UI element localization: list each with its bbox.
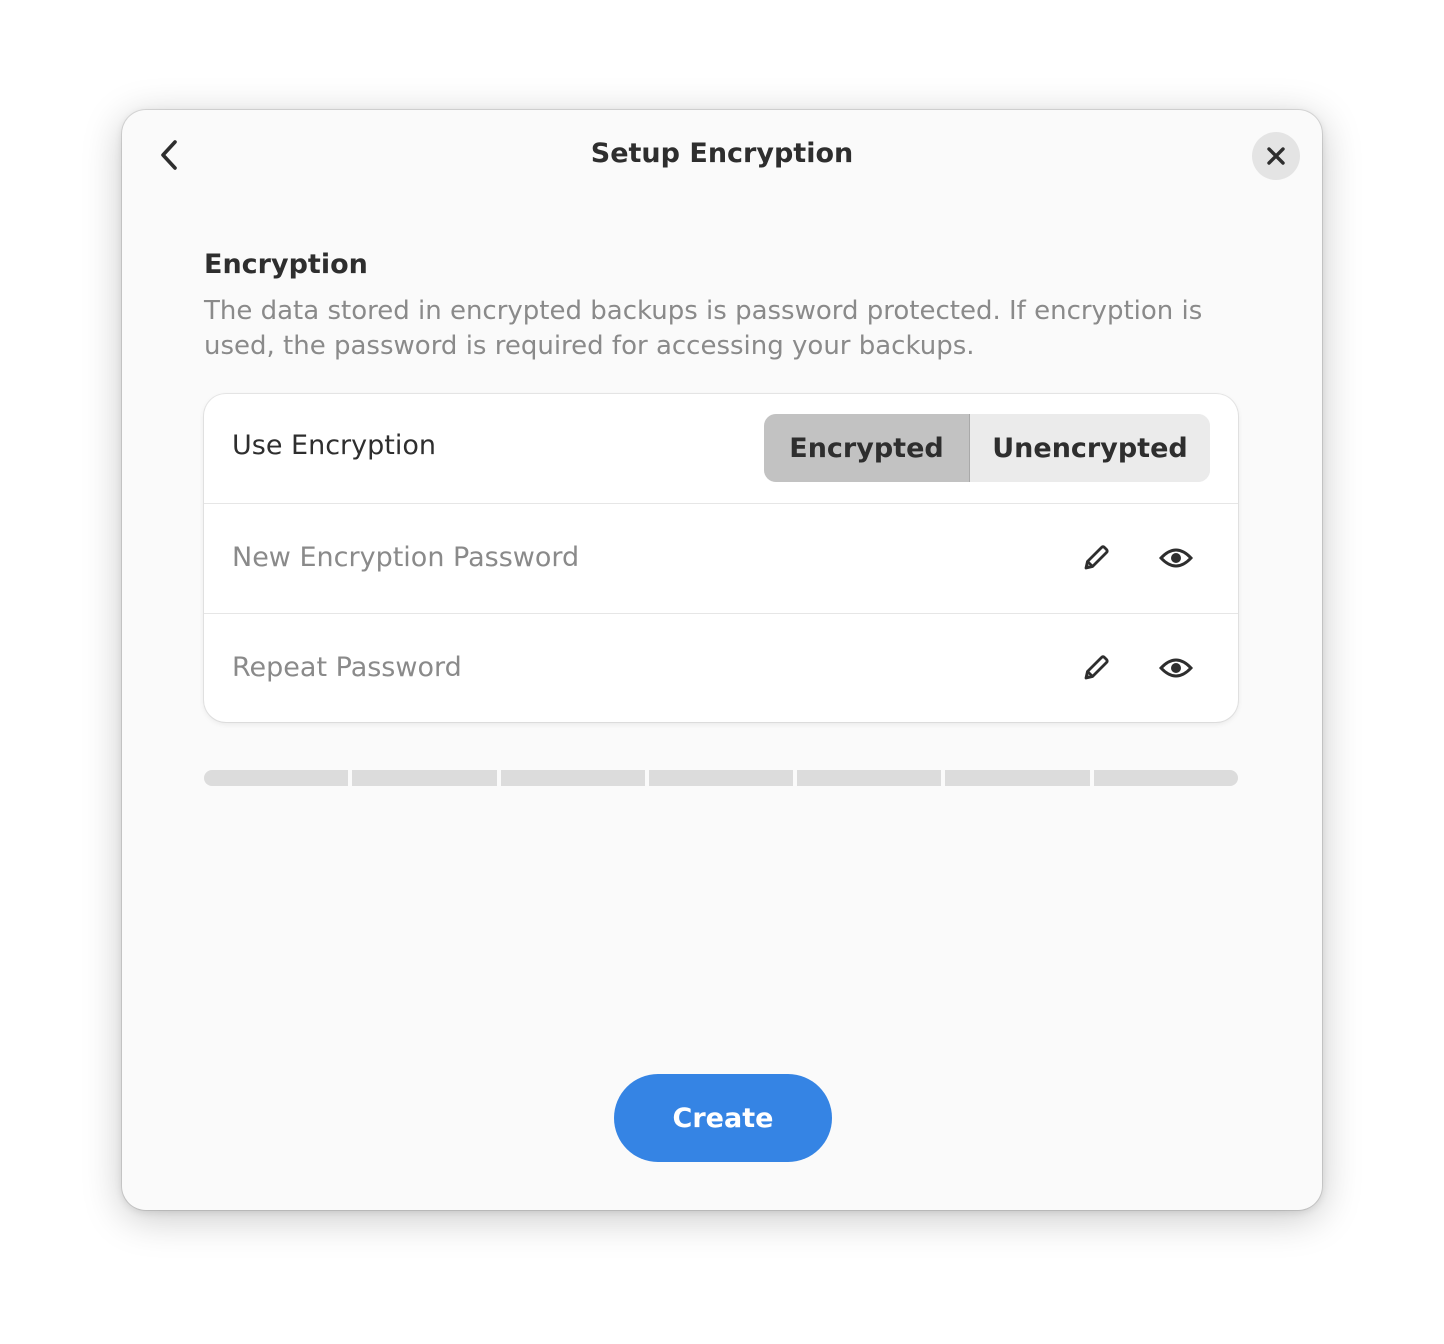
- encrypted-toggle[interactable]: Encrypted: [764, 414, 970, 482]
- use-encryption-row: Use Encryption Encrypted Unencrypted: [204, 394, 1238, 504]
- dialog-title: Setup Encryption: [590, 138, 854, 169]
- pencil-icon: [1084, 545, 1109, 570]
- encryption-section: Encryption The data stored in encrypted …: [204, 248, 1238, 786]
- repeat-password-reveal-button[interactable]: [1152, 644, 1200, 692]
- strength-segment: [945, 770, 1090, 786]
- eye-icon: [1159, 548, 1193, 568]
- section-description: The data stored in encrypted backups is …: [204, 296, 1203, 361]
- section-title: Encryption: [204, 249, 368, 280]
- repeat-password-field[interactable]: [232, 644, 1032, 690]
- new-password-edit-button[interactable]: [1072, 534, 1120, 582]
- strength-segment: [648, 770, 794, 786]
- close-button[interactable]: [1252, 132, 1300, 180]
- unencrypted-toggle[interactable]: Unencrypted: [970, 414, 1210, 482]
- strength-segment: [204, 770, 349, 786]
- encryption-toggle-group: Encrypted Unencrypted: [764, 414, 1210, 482]
- header-bar: Setup Encryption: [122, 110, 1322, 204]
- password-strength-bar: [204, 770, 1238, 786]
- setup-encryption-dialog: Setup Encryption Encryption The data sto…: [122, 110, 1322, 1210]
- use-encryption-label: Use Encryption: [232, 430, 436, 461]
- create-button[interactable]: Create: [614, 1074, 832, 1162]
- strength-segment: [500, 770, 645, 786]
- eye-icon: [1159, 658, 1193, 678]
- repeat-password-edit-button[interactable]: [1072, 644, 1120, 692]
- window-close-icon: [1267, 147, 1285, 165]
- strength-segment: [797, 770, 942, 786]
- new-password-row: [204, 504, 1238, 614]
- new-password-reveal-button[interactable]: [1152, 534, 1200, 582]
- repeat-password-row: [204, 614, 1238, 722]
- strength-segment: [1093, 770, 1238, 786]
- encryption-settings-card: Use Encryption Encrypted Unencrypted: [204, 394, 1238, 722]
- new-password-field[interactable]: [232, 534, 1032, 580]
- strength-segment: [352, 770, 497, 786]
- pencil-icon: [1084, 655, 1109, 680]
